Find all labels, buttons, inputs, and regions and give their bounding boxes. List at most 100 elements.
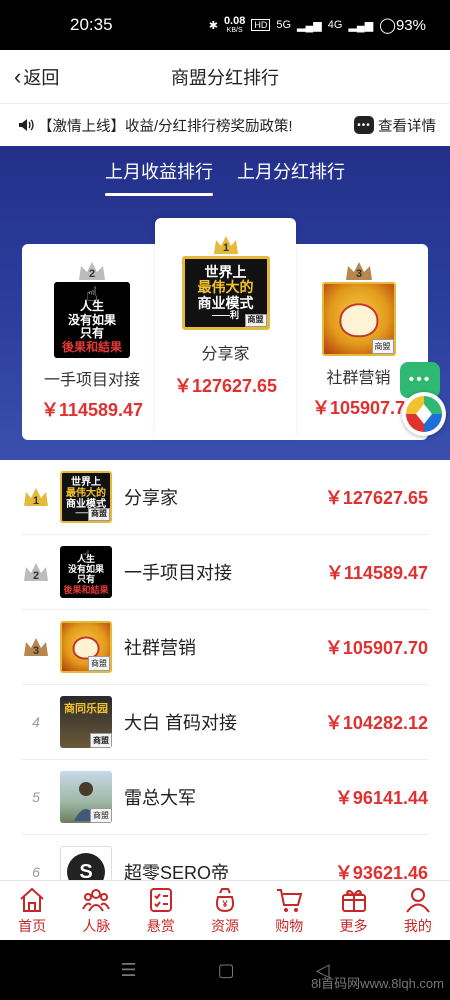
rank-badge: 6 xyxy=(22,864,60,880)
podium-second-name: 一手项目对接 xyxy=(43,372,140,389)
svg-text:3: 3 xyxy=(355,268,361,280)
rank-badge: 2 xyxy=(22,561,60,583)
tab-resources[interactable]: ¥ 资源 xyxy=(193,881,257,940)
list-item-name: 超零SERO帝 xyxy=(124,863,230,880)
svg-text:3: 3 xyxy=(33,645,39,657)
battery-level: ◯93% xyxy=(379,17,426,34)
rank-badge: 3 xyxy=(22,636,60,658)
tab-monthly-income[interactable]: 上月收益排行 xyxy=(105,158,213,196)
tab-label: 人脉 xyxy=(82,918,111,934)
tab-label: 更多 xyxy=(339,918,368,934)
tab-label: 购物 xyxy=(275,918,304,934)
nav-bar: ‹ 返回 商盟分红排行 xyxy=(0,50,450,104)
speed-unit: KB/S xyxy=(226,27,243,34)
list-item-amount: ￥104282.12 xyxy=(324,713,428,733)
avatar-line: 没有如果 xyxy=(67,563,104,574)
list-item[interactable]: 1 世界上 最伟大的 商业模式 ——利 商盟 分享家 ￥127627.65 xyxy=(22,460,428,535)
signal-bars-icon-2: ▂▄▆ xyxy=(348,19,374,32)
list-avatar: 世界上 最伟大的 商业模式 ——利 商盟 xyxy=(60,471,112,523)
list-avatar: 商盟 xyxy=(60,621,112,673)
podium-first[interactable]: 1 世界上 最伟大的 商业模式 ——利 商盟 分享家 ￥127627.65 xyxy=(155,234,296,398)
ranking-banner: 上月收益排行 上月分红排行 2 ☝ 人生 没有如果 只有 後果和結果 一手项目对… xyxy=(0,146,450,460)
rank-badge: 4 xyxy=(22,714,60,730)
view-detail-label: 查看详情 xyxy=(378,118,436,135)
watermark: 8l首码网www.8lqh.com xyxy=(311,976,444,991)
list-avatar: ☝ 人生 没有如果 只有 後果和結果 xyxy=(60,546,112,598)
notice-text[interactable]: 【激情上线】收益/分红排行榜奖励政策! xyxy=(38,115,354,136)
list-item-name: 一手项目对接 xyxy=(124,563,232,583)
tab-contacts[interactable]: 人脉 xyxy=(64,881,128,940)
list-item[interactable]: 5 商盟 雷总大军 ￥96141.44 xyxy=(22,760,428,835)
list-item[interactable]: 2 ☝ 人生 没有如果 只有 後果和結果 一手项目对接 ￥114589.47 xyxy=(22,535,428,610)
tab-label: 资源 xyxy=(210,918,239,934)
cart-icon xyxy=(277,889,303,912)
podium-second[interactable]: 2 ☝ 人生 没有如果 只有 後果和結果 一手项目对接 ￥114589.47 xyxy=(22,260,162,422)
app-root: 20:35 ✱ 0.08 KB/S HD 5G ▂▄▆ 4G ▂▄▆ ◯93% … xyxy=(0,0,450,1000)
speaker-icon xyxy=(19,119,34,131)
menu-icon[interactable]: ☰ xyxy=(121,960,137,981)
list-item[interactable]: 4 商同乐园 商盟 大白 首码对接 ￥104282.12 xyxy=(22,685,428,760)
tab-more[interactable]: 更多 xyxy=(321,881,385,940)
task-icon xyxy=(149,888,172,912)
page-title: 商盟分红排行 xyxy=(171,67,279,88)
home-icon xyxy=(20,887,44,912)
bottom-tab-bar: 首页 人脉 悬赏 ¥ 资源 购物 更多 我的 xyxy=(0,880,450,940)
speed-value: 0.08 xyxy=(223,15,246,27)
avatar-line-red: 後果和結果 xyxy=(61,340,122,355)
list-item-amount: ￥127627.65 xyxy=(324,488,428,508)
gift-icon xyxy=(341,889,366,912)
tab-bounty[interactable]: 悬赏 xyxy=(129,881,193,940)
avatar-tag: 商盟 xyxy=(90,808,112,823)
svg-text:2: 2 xyxy=(89,268,95,280)
signal-4g: 4G xyxy=(327,19,343,31)
podium-third-avatar: 商盟 xyxy=(321,282,396,356)
list-item-name: 雷总大军 xyxy=(124,788,196,808)
ranking-tabs: 上月收益排行 上月分红排行 xyxy=(0,146,450,202)
tab-label: 首页 xyxy=(18,918,47,934)
rank-badge: 5 xyxy=(22,789,60,805)
hand-icon: ☝ xyxy=(85,284,99,306)
bluetooth-icon: ✱ xyxy=(208,19,218,32)
tab-label: 我的 xyxy=(403,918,432,934)
user-icon xyxy=(406,888,430,913)
list-avatar: 商盟 xyxy=(60,771,112,823)
avatar-line-red: 後果和結果 xyxy=(63,584,109,595)
podium-first-name: 分享家 xyxy=(201,346,250,363)
sero-logo-icon: S xyxy=(67,853,105,880)
back-label: 返回 xyxy=(23,68,60,88)
lucky-cat-icon xyxy=(338,303,379,338)
podium-first-amount: ￥127627.65 xyxy=(173,376,278,396)
avatar-tag: 商盟 xyxy=(88,508,110,521)
list-item[interactable]: 3 商盟 社群营销 ￥105907.70 xyxy=(22,610,428,685)
avatar-line: 最伟大的 xyxy=(197,279,254,296)
avatar-line: 只有 xyxy=(76,574,95,585)
floating-logo-button[interactable] xyxy=(402,392,446,436)
podium-first-avatar: 世界上 最伟大的 商业模式 ——利 商盟 xyxy=(181,256,270,330)
status-icons: ✱ 0.08 KB/S HD 5G ▂▄▆ 4G ▂▄▆ ◯93% xyxy=(208,15,426,35)
avatar-line: 商业模式 xyxy=(197,294,254,311)
avatar-line: ——利 xyxy=(211,310,239,321)
avatar-tag: 商盟 xyxy=(371,339,394,354)
tab-home[interactable]: 首页 xyxy=(0,881,64,940)
ranking-list: 1 世界上 最伟大的 商业模式 ——利 商盟 分享家 ￥127627.65 2 … xyxy=(0,460,450,880)
list-item[interactable]: 6 S 超零SERO帝 ￥93621.46 xyxy=(22,835,428,880)
tab-shopping[interactable]: 购物 xyxy=(257,881,321,940)
more-dots-icon: ••• xyxy=(408,371,432,388)
signal-bars-icon: ▂▄▆ xyxy=(297,19,322,32)
battery-text: 93% xyxy=(395,17,426,34)
hand-icon: ☝ xyxy=(81,547,91,563)
list-avatar: S xyxy=(60,846,112,880)
view-detail-button[interactable]: ••• 查看详情 xyxy=(354,115,436,136)
rank-number: 6 xyxy=(32,864,40,880)
notice-bar: 【激情上线】收益/分红排行榜奖励政策! ••• 查看详情 xyxy=(0,104,450,146)
tab-mine[interactable]: 我的 xyxy=(386,881,450,940)
hd-icon: HD xyxy=(251,19,271,31)
rank-badge: 1 xyxy=(22,486,60,508)
signal-5g: 5G xyxy=(276,19,292,31)
back-button[interactable]: ‹ 返回 xyxy=(14,50,59,104)
home-square-icon[interactable]: ▢ xyxy=(218,960,235,981)
svg-text:¥: ¥ xyxy=(222,899,227,909)
avatar-tag: 商盟 xyxy=(88,656,110,671)
tab-monthly-dividend[interactable]: 上月分红排行 xyxy=(237,158,345,192)
crown-silver-icon: 2 xyxy=(24,563,48,582)
